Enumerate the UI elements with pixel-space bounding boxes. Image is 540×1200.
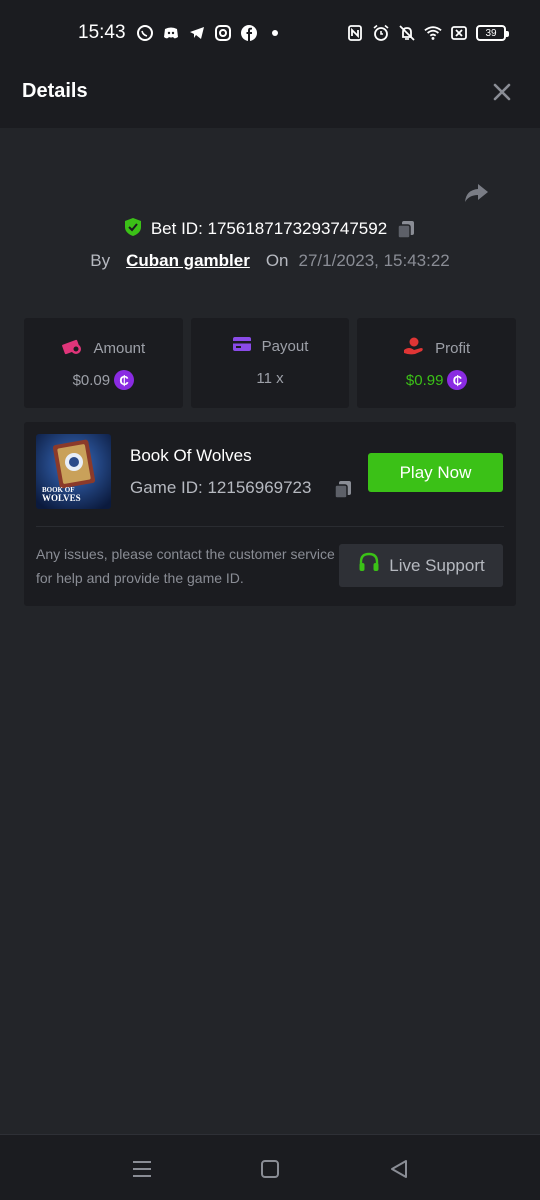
system-nav-bar — [0, 1134, 540, 1200]
alarm-icon — [372, 24, 390, 42]
bet-id-row: Bet ID: 1756187173293747592 — [0, 214, 540, 244]
user-link[interactable]: Cuban gambler — [126, 251, 250, 271]
profit-card: Profit $0.99 ₵ — [357, 318, 517, 408]
amount-label: Amount — [93, 339, 146, 357]
game-name[interactable]: Book Of Wolves — [130, 446, 252, 466]
game-id: Game ID: 12156969723 — [130, 478, 312, 497]
bet-id: Bet ID: 1756187173293747592 — [150, 219, 388, 238]
page-title: Details — [22, 80, 88, 102]
bet-stats: Amount $0.09 ₵ Payout 11 x Profit $0.99 … — [24, 318, 517, 408]
money-icon — [61, 336, 83, 360]
discord-icon — [162, 24, 180, 42]
nfc-icon — [346, 24, 364, 42]
on-label: On — [265, 251, 289, 270]
dot-icon — [266, 24, 284, 42]
battery-indicator: 39 — [476, 25, 509, 41]
coin-icon: ₵ — [114, 370, 135, 390]
status-bar: 15:43 39 — [0, 0, 540, 56]
copy-bet-id-icon[interactable] — [395, 218, 417, 240]
sim-x-icon — [450, 24, 468, 42]
recent-apps-icon[interactable] — [130, 1157, 154, 1181]
headset-icon — [357, 551, 381, 580]
facebook-icon — [240, 24, 258, 42]
telegram-icon — [188, 24, 206, 42]
hand-coin-icon — [403, 336, 425, 360]
play-now-button[interactable]: Play Now — [368, 453, 503, 492]
details-header: Details — [0, 56, 540, 128]
status-system-icons: 39 — [346, 24, 509, 42]
verified-shield-icon — [123, 217, 143, 242]
back-icon[interactable] — [387, 1157, 411, 1181]
whatsapp-icon — [136, 24, 154, 42]
payout-value: 11 x — [256, 370, 284, 387]
payout-card: Payout 11 x — [190, 318, 350, 408]
instagram-icon — [214, 24, 232, 42]
close-icon[interactable] — [490, 80, 514, 104]
share-icon[interactable] — [462, 178, 490, 206]
card-icon — [232, 336, 252, 356]
divider — [36, 526, 504, 527]
bell-off-icon — [398, 24, 416, 42]
profit-value: $0.99 — [405, 371, 444, 389]
status-time: 15:43 — [78, 22, 126, 43]
by-label: By — [90, 251, 111, 270]
amount-value: $0.09 — [72, 371, 111, 389]
home-icon[interactable] — [258, 1157, 282, 1181]
support-message: Any issues, please contact the customer … — [36, 546, 335, 586]
live-support-label: Live Support — [389, 555, 485, 575]
live-support-button[interactable]: Live Support — [339, 544, 503, 587]
game-thumbnail[interactable]: BOOK OF WOLVES — [36, 434, 111, 509]
status-notification-icons — [136, 24, 284, 42]
game-thumb-text-bottom: WOLVES — [42, 493, 81, 503]
bet-date: 27/1/2023, 15:43:22 — [298, 251, 450, 270]
coin-icon: ₵ — [447, 370, 468, 390]
profit-label: Profit — [435, 339, 471, 357]
wifi-icon — [424, 24, 442, 42]
game-panel: BOOK OF WOLVES Book Of Wolves Game ID: 1… — [24, 422, 516, 606]
copy-game-id-icon[interactable] — [332, 478, 354, 500]
bet-meta-row: By Cuban gambler On 27/1/2023, 15:43:22 — [0, 247, 540, 275]
payout-label: Payout — [261, 337, 309, 355]
amount-card: Amount $0.09 ₵ — [24, 318, 183, 408]
